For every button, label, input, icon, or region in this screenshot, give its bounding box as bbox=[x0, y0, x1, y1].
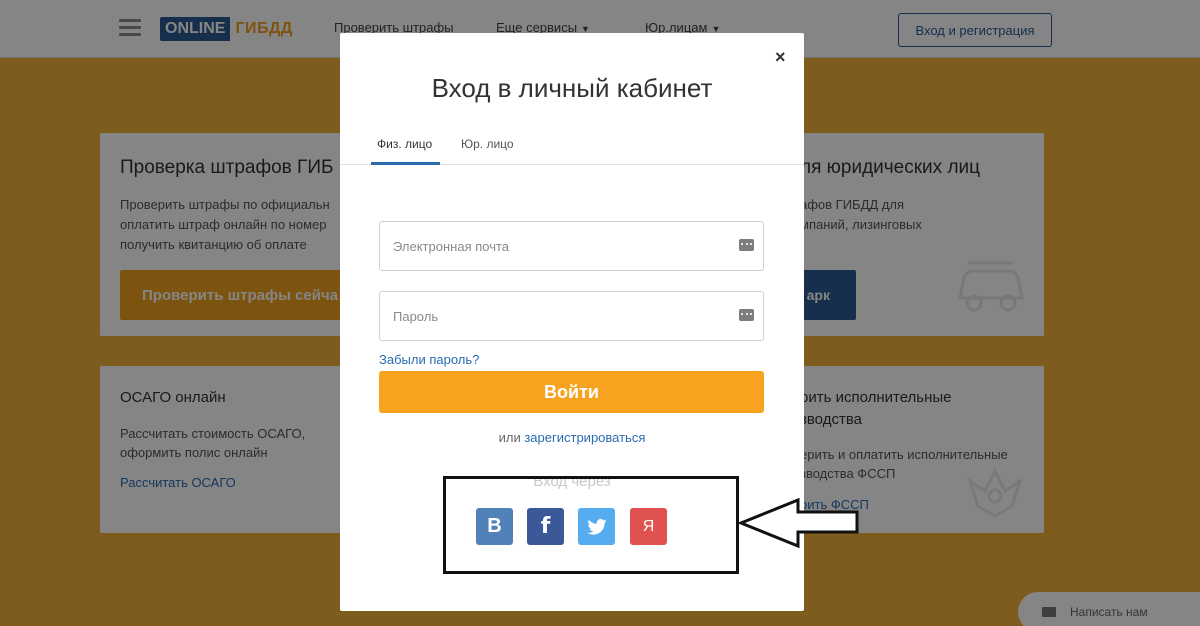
account-type-tabs: Физ. лицо Юр. лицо bbox=[340, 129, 804, 165]
keyboard-icon[interactable] bbox=[739, 309, 754, 321]
modal-title: Вход в личный кабинет bbox=[431, 73, 713, 103]
annotation-highlight-box bbox=[443, 476, 739, 574]
active-tab-indicator bbox=[371, 162, 440, 165]
password-input[interactable] bbox=[380, 292, 710, 340]
register-link[interactable]: зарегистрироваться bbox=[524, 430, 645, 445]
tab-legal-entity[interactable]: Юр. лицо bbox=[461, 137, 514, 151]
annotation-arrow-icon bbox=[738, 497, 859, 549]
email-field[interactable] bbox=[379, 221, 764, 271]
tab-individual[interactable]: Физ. лицо bbox=[377, 137, 432, 151]
password-field[interactable] bbox=[379, 291, 764, 341]
or-text: или bbox=[498, 430, 521, 445]
login-submit-button[interactable]: Войти bbox=[379, 371, 764, 413]
email-input[interactable] bbox=[380, 222, 710, 270]
forgot-password-link[interactable]: Забыли пароль? bbox=[379, 352, 479, 367]
register-prompt: или зарегистрироваться bbox=[340, 430, 804, 445]
close-icon[interactable]: × bbox=[775, 47, 786, 68]
keyboard-icon[interactable] bbox=[739, 239, 754, 251]
